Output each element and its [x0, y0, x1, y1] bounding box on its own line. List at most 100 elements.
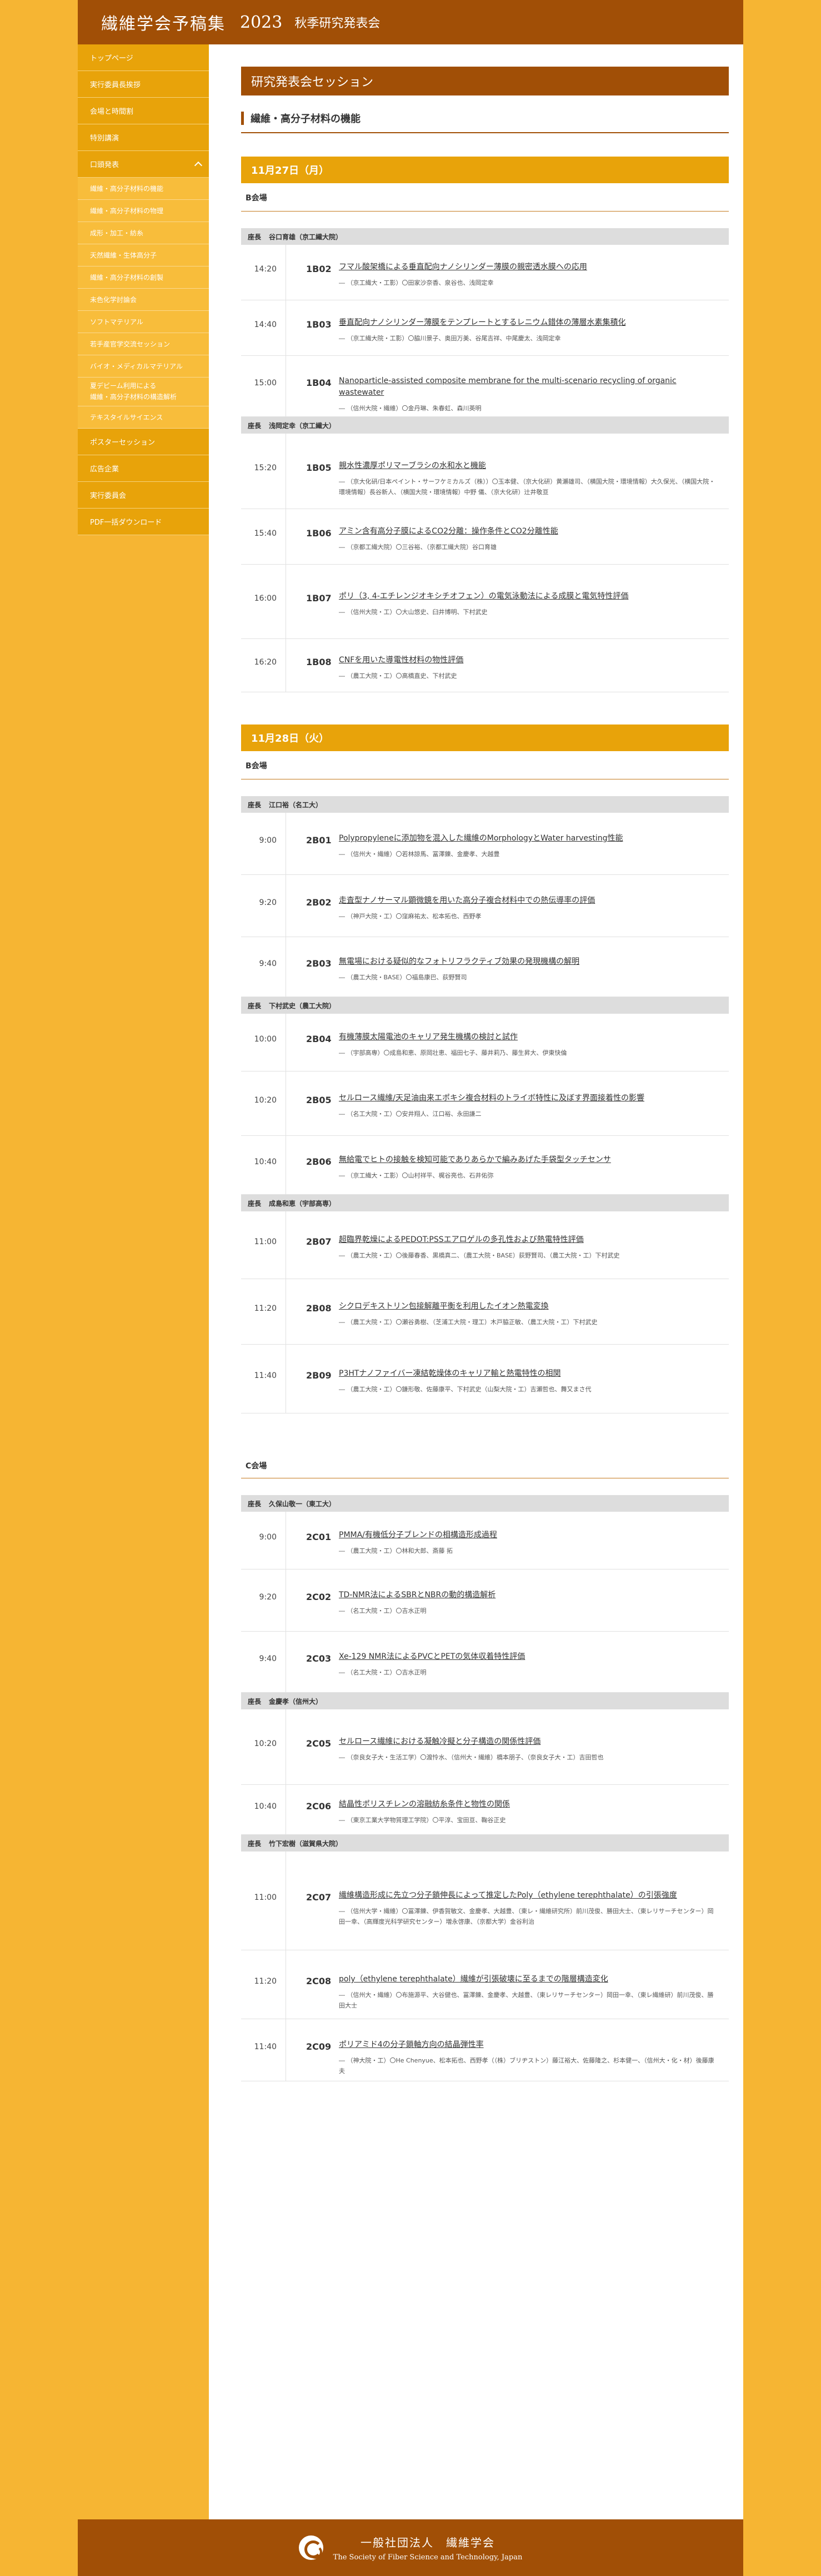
- talk-title-link[interactable]: フマル酸架橋による垂直配向ナノシリンダー薄膜の親密透水膜への応用: [339, 261, 718, 273]
- talk-authors: ― （農工大院・工）〇林和大郎、斎藤 拓: [339, 1547, 453, 1554]
- sidebar-item[interactable]: PDF一括ダウンロード: [78, 509, 209, 535]
- sidebar-subitem[interactable]: 若手産官学交流セッション: [78, 333, 209, 355]
- talk-body: 超臨界乾燥によるPEDOT:PSSエアロゲルの多孔性および熱電特性評価 ― （農工…: [339, 1211, 729, 1279]
- sidebar-subitem[interactable]: 夏デビーム利用による 繊維・高分子材料の構造解析: [78, 378, 209, 406]
- talk-title-link[interactable]: 無給電でヒトの接触を検知可能でありあらかで編みあげた手袋型タッチセンサ: [339, 1154, 718, 1166]
- site-year: 2023: [240, 12, 283, 32]
- talk-row: 15:20 1B05 親水性濃厚ポリマーブラシの水和水と機能 ― （京大化研/日本ペイ…: [241, 434, 729, 509]
- talk-title-link[interactable]: ポリ（3, 4-エチレンジオキシチオフェン）の電気泳動法による成膜と電気特性評価: [339, 591, 718, 602]
- talk-title-link[interactable]: Nanoparticle-assisted composite membrane…: [339, 375, 718, 399]
- talk-row: 16:00 1B07 ポリ（3, 4-エチレンジオキシチオフェン）の電気泳動法による…: [241, 565, 729, 639]
- sidebar-subitem[interactable]: バイオ・メディカルマテリアル: [78, 355, 209, 378]
- sidebar-item[interactable]: 実行委員会: [78, 482, 209, 509]
- talk-title-link[interactable]: Xe-129 NMR法によるPVCとPETの気体収着特性評価: [339, 1651, 718, 1663]
- talk-body: 無給電でヒトの接触を検知可能でありあらかで編みあげた手袋型タッチセンサ ― （京工…: [339, 1136, 729, 1194]
- talk-id: 2B01: [286, 813, 339, 875]
- talk-row: 11:40 2C09 ポリアミド4の分子鎖軸方向の結晶弾性率 ― （神大院・工）〇He…: [241, 2019, 729, 2081]
- chair-label: 座長: [248, 1697, 262, 1705]
- talk-id: 1B03: [286, 300, 339, 356]
- talk-title-link[interactable]: 有機薄膜太陽電池のキャリア発生機構の検討と試作: [339, 1032, 718, 1043]
- talk-authors: ― （信州大・繊維）〇布施源平、大谷健也、冨澤錬、金慶孝、大越豊、（東レリサーチ…: [339, 1991, 714, 2009]
- talk-title-link[interactable]: 親水性濃厚ポリマーブラシの水和水と機能: [339, 460, 718, 472]
- talk-body: Xe-129 NMR法によるPVCとPETの気体収着特性評価 ― （名工大院・工）…: [339, 1632, 729, 1692]
- talk-time: 15:20: [254, 464, 277, 472]
- section-title: 研究発表会セッション: [241, 67, 729, 95]
- sidebar-subitem[interactable]: 繊維・高分子材料の機能: [78, 178, 209, 200]
- sidebar-item[interactable]: 実行委員長挨拶: [78, 71, 209, 98]
- talk-title-link[interactable]: 超臨界乾燥によるPEDOT:PSSエアロゲルの多孔性および熱電特性評価: [339, 1234, 718, 1246]
- talk-title-link[interactable]: シクロデキストリン包接解離平衡を利用したイオン熱電変換: [339, 1301, 718, 1312]
- talk-body: ポリ（3, 4-エチレンジオキシチオフェン）の電気泳動法による成膜と電気特性評価…: [339, 565, 729, 638]
- talk-time: 11:20: [254, 1977, 277, 1986]
- sidebar-item-label: 天然繊維・生体高分子: [90, 251, 157, 259]
- sidebar-item[interactable]: 会場と時間割: [78, 98, 209, 124]
- talk-title-link[interactable]: Polypropyleneに添加物を混入した繊維のMorphologyとWate…: [339, 833, 718, 844]
- sidebar-item-label: 繊維・高分子材料の創製: [90, 274, 164, 281]
- talk-title-link[interactable]: P3HTナノファイバー凍結乾燥体のキャリア輸と熱電特性の相関: [339, 1368, 718, 1380]
- talk-authors: ― （信州大学・繊維）〇冨澤錬、伊香賀敏文、金慶孝、大越豊、（東レ・繊維研究所）…: [339, 1908, 714, 1925]
- talk-title-link[interactable]: TD-NMR法によるSBRとNBRの動的構造解析: [339, 1589, 718, 1601]
- talk-title-link[interactable]: 繊維構造形成に先立つ分子鎖伸長によって推定したPoly（ethylene ter…: [339, 1890, 718, 1901]
- talk-body: セルロース繊維/天足油由来エポキシ複合材料のトライボ特性に及ぼす界面接着性の影響…: [339, 1071, 729, 1135]
- room-heading: B会場: [241, 751, 729, 779]
- talk-row: 9:20 2C02 TD-NMR法によるSBRとNBRの動的構造解析 ― （名工大院・…: [241, 1569, 729, 1632]
- talk-time: 9:00: [259, 836, 277, 845]
- talk-body: P3HTナノファイバー凍結乾燥体のキャリア輸と熱電特性の相関 ― （農工大院・工）…: [339, 1345, 729, 1413]
- talk-row: 15:40 1B06 アミン含有高分子膜によるCO2分離：操作条件とCO2分離性能 ―…: [241, 509, 729, 565]
- talk-body: シクロデキストリン包接解離平衡を利用したイオン熱電変換 ― （農工大院・工）〇瀬谷…: [339, 1279, 729, 1344]
- talk-row: 11:00 2C07 繊維構造形成に先立つ分子鎖伸長によって推定したPoly（eth…: [241, 1852, 729, 1950]
- talk-title-link[interactable]: CNFを用いた導電性材料の物性評価: [339, 655, 718, 666]
- talk-authors: ― （東京工業大学物質理工学院）〇平淳、宝田亘、鞠谷正史: [339, 1817, 506, 1824]
- sidebar-subitem[interactable]: ソフトマテリアル: [78, 311, 209, 333]
- talk-time: 14:40: [254, 320, 277, 329]
- talk-authors: ― （神大院・工）〇He Chenyue、松本拓也、西野孝（（株）ブリヂストン）…: [339, 2057, 714, 2075]
- talk-title-link[interactable]: セルロース繊維/天足油由来エポキシ複合材料のトライボ特性に及ぼす界面接着性の影響: [339, 1093, 718, 1104]
- talk-title-link[interactable]: PMMA/有機低分子ブレンドの相構造形成過程: [339, 1530, 718, 1541]
- chair-bar: 座長 谷口育雄（京工繊大院）: [241, 228, 729, 245]
- talk-row: 9:40 2B03 無電場における疑似的なフォトリフラクティブ効果の発現機構の解明 ―…: [241, 937, 729, 997]
- talk-title-link[interactable]: 結晶性ポリスチレンの溶融紡糸条件と物性の関係: [339, 1799, 718, 1810]
- sidebar-subitem[interactable]: 成形・加工・紡糸: [78, 222, 209, 244]
- talk-title-link[interactable]: セルロース繊維における凝触冷擬と分子構造の関係性評価: [339, 1736, 718, 1748]
- talk-title-link[interactable]: ポリアミド4の分子鎖軸方向の結晶弾性率: [339, 2039, 718, 2051]
- talk-time: 9:20: [259, 1593, 277, 1602]
- sidebar-item[interactable]: トップページ: [78, 44, 209, 71]
- room-heading: B会場: [241, 183, 729, 212]
- talk-title-link[interactable]: 走査型ナノサーマル顕微鏡を用いた高分子複合材料中での熱伝導率の評価: [339, 895, 718, 907]
- sidebar-subitem[interactable]: 繊維・高分子材料の物理: [78, 200, 209, 222]
- talk-title-link[interactable]: 無電場における疑似的なフォトリフラクティブ効果の発現機構の解明: [339, 956, 718, 968]
- sidebar-item-label: 特別講演: [90, 134, 119, 143]
- sidebar-item-label: 会場と時間割: [90, 108, 134, 116]
- chair-label: 座長: [248, 1839, 262, 1848]
- sidebar-subitem[interactable]: 天然繊維・生体高分子: [78, 244, 209, 266]
- talk-row: 9:40 2C03 Xe-129 NMR法によるPVCとPETの気体収着特性評価 ― …: [241, 1632, 729, 1693]
- sidebar-item-label: 繊維・高分子材料の機能: [90, 185, 164, 193]
- talk-time: 14:20: [254, 265, 277, 274]
- talk-row: 10:40 2C06 結晶性ポリスチレンの溶融紡糸条件と物性の関係 ― （東京工業大学…: [241, 1785, 729, 1835]
- sidebar-item[interactable]: ポスターセッション: [78, 429, 209, 455]
- sidebar-item-label: PDF一括ダウンロード: [90, 519, 162, 527]
- talk-row: 15:00 1B04 Nanoparticle-assisted composite…: [241, 356, 729, 417]
- talk-id: 2B08: [286, 1279, 339, 1345]
- talk-time: 9:00: [259, 1533, 277, 1542]
- sidebar-item[interactable]: 特別講演: [78, 124, 209, 151]
- site-title[interactable]: 繊維学会予稿集: [101, 10, 226, 34]
- sidebar-subitem[interactable]: 繊維・高分子材料の創製: [78, 266, 209, 289]
- sidebar-item[interactable]: 広告企業: [78, 455, 209, 482]
- sidebar-subitem[interactable]: テキスタイルサイエンス: [78, 406, 209, 429]
- sidebar-item[interactable]: 口頭発表: [78, 151, 209, 178]
- talk-title-link[interactable]: 垂直配向ナノシリンダー薄膜をテンプレートとするレニウム錯体の薄層水素集積化: [339, 317, 718, 329]
- main-content: 研究発表会セッション 繊維・高分子材料の機能 11月27日（月） B会場 座長 谷口育…: [209, 44, 743, 2519]
- talk-time: 10:20: [254, 1739, 277, 1748]
- schedule: 11月27日（月） B会場 座長 谷口育雄（京工繊大院） 14:20 1B02 フマル酸架橋…: [241, 157, 729, 2081]
- talk-authors: ― （奈良女子大・生活工学）〇渡怜水、（信州大・繊維）橋本朋子、（奈良女子大・工…: [339, 1754, 604, 1761]
- sidebar-subitem[interactable]: 未色化学討論会: [78, 289, 209, 311]
- category-accent: [241, 112, 244, 125]
- talk-title-link[interactable]: poly（ethylene terephthalate）繊維が引張破壊に至るまで…: [339, 1974, 718, 1985]
- talk-title-link[interactable]: アミン含有高分子膜によるCO2分離：操作条件とCO2分離性能: [339, 526, 718, 537]
- chair-label: 座長: [248, 233, 262, 241]
- talk-row: 11:20 2B08 シクロデキストリン包接解離平衡を利用したイオン熱電変換 ― （農…: [241, 1279, 729, 1345]
- talk-body: 結晶性ポリスチレンの溶融紡糸条件と物性の関係 ― （東京工業大学物質理工学院）〇平…: [339, 1785, 729, 1834]
- chevron-up-icon[interactable]: [194, 161, 203, 170]
- society-logo-icon: [298, 2535, 323, 2560]
